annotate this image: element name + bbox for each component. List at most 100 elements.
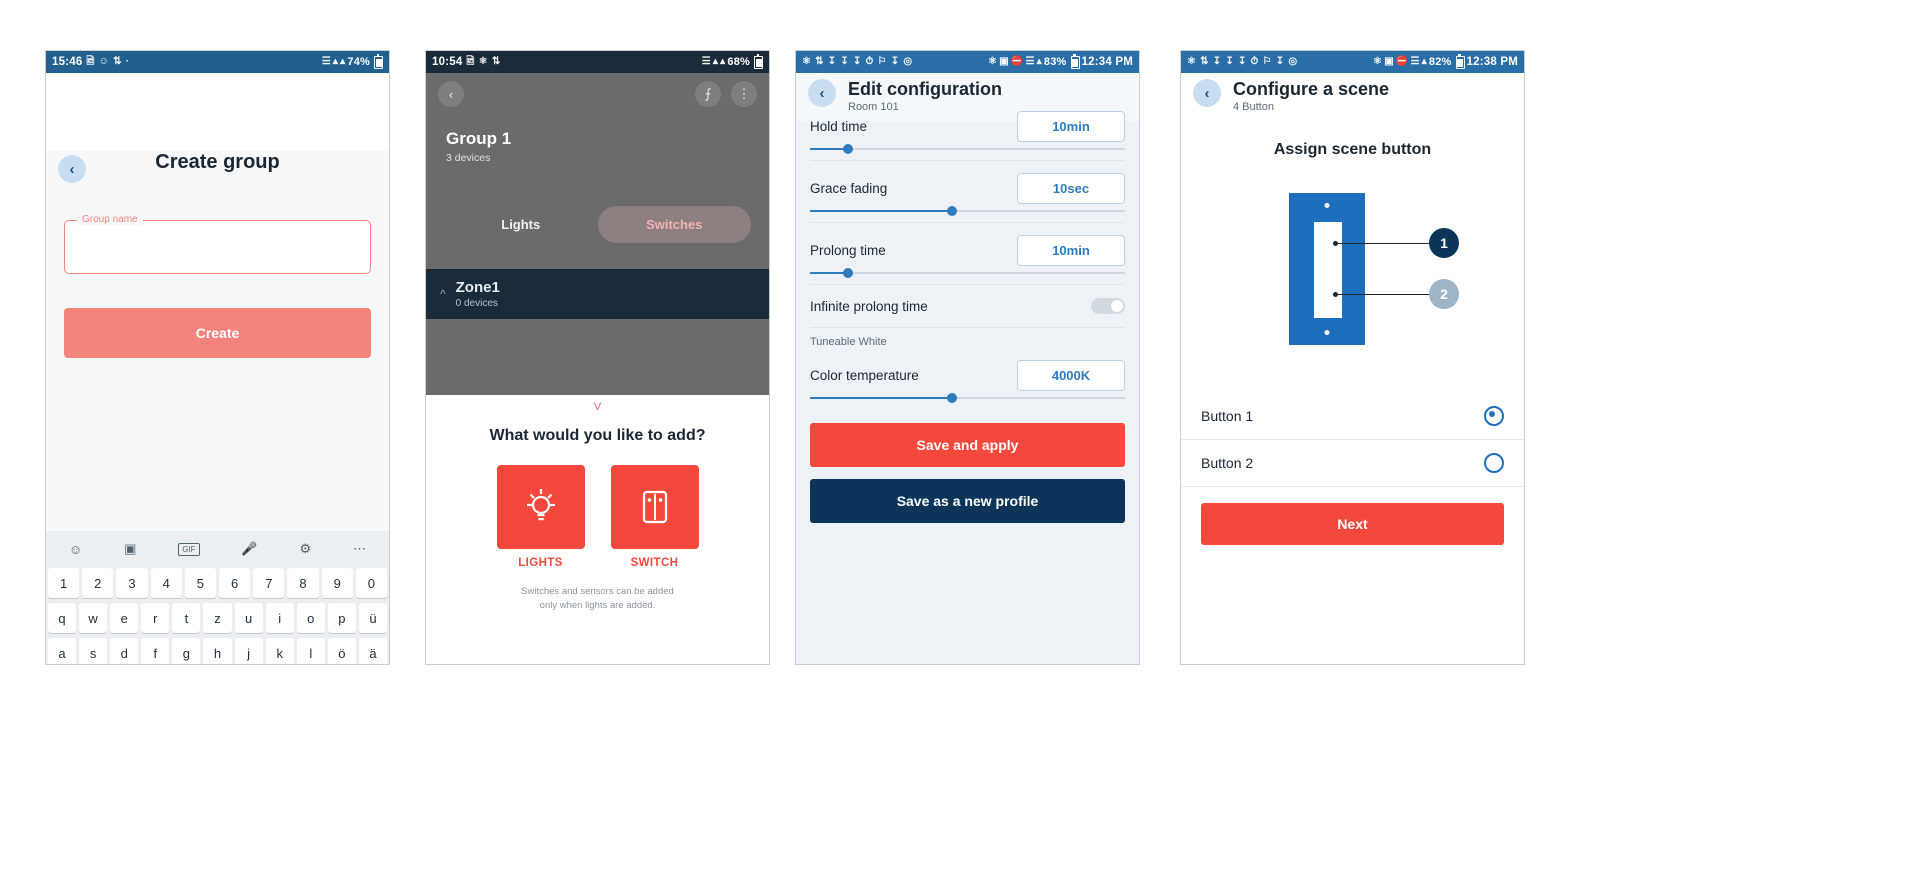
- status-bar-right: ☰ ▴ ▴ 74%: [322, 53, 383, 69]
- signal-icon: ▴: [340, 56, 346, 67]
- setting-value[interactable]: 4000K: [1017, 360, 1125, 391]
- sticker-icon[interactable]: ▣: [124, 541, 136, 557]
- option-switch-label: SWITCH: [630, 557, 679, 569]
- prolong-time-slider[interactable]: [796, 268, 1139, 284]
- tab-switches[interactable]: Switches: [597, 206, 751, 243]
- key[interactable]: p: [327, 603, 356, 633]
- wifi-icon: ☰: [1025, 56, 1035, 67]
- key[interactable]: g: [172, 638, 201, 664]
- setting-row-grace-fading[interactable]: Grace fading 10sec: [796, 161, 1139, 210]
- sim-icon: ▣: [999, 56, 1009, 67]
- back-button[interactable]: ‹: [1193, 79, 1221, 107]
- slider-knob[interactable]: [946, 206, 957, 216]
- download-icon: ↧: [840, 56, 849, 67]
- zone-row[interactable]: ^ Zone1 0 devices: [426, 269, 769, 319]
- option-row-button-1[interactable]: Button 1: [1181, 393, 1524, 440]
- signal-icon: ▴: [1036, 56, 1042, 67]
- key[interactable]: h: [203, 638, 232, 664]
- emoji-icon[interactable]: ☺: [69, 542, 82, 557]
- save-and-apply-button[interactable]: Save and apply: [810, 423, 1125, 467]
- key[interactable]: 9: [321, 568, 353, 598]
- chevron-down-icon[interactable]: ˅: [426, 395, 769, 417]
- key[interactable]: 8: [287, 568, 319, 598]
- key[interactable]: ä: [358, 638, 388, 664]
- key[interactable]: ü: [358, 603, 388, 633]
- key[interactable]: r: [141, 603, 170, 633]
- hold-time-slider[interactable]: [796, 144, 1139, 160]
- on-screen-keyboard[interactable]: ☺ ▣ GIF 🎤 ⚙ ⋯ 1 2 3 4 5 6 7 8 9 0 q w e …: [46, 531, 389, 664]
- option-switch[interactable]: SWITCH: [610, 465, 699, 569]
- status-bar: ⚛ ⇅ ↧ ↧ ↧ ⏱ ⚐ ↧ ◎ ⚛ ▣ ⛔ ☰ ▴ 83% 12:34 PM: [796, 51, 1139, 73]
- wifi-icon: ☰: [1410, 56, 1420, 67]
- tab-lights[interactable]: Lights: [444, 206, 598, 243]
- page-subtitle: Room 101: [848, 101, 899, 113]
- gif-icon[interactable]: GIF: [178, 542, 200, 556]
- filter-icon[interactable]: ⨍: [695, 81, 721, 107]
- key[interactable]: i: [265, 603, 294, 633]
- key[interactable]: j: [234, 638, 263, 664]
- screw-dot-icon: [1324, 203, 1330, 208]
- save-as-new-profile-button[interactable]: Save as a new profile: [810, 479, 1125, 523]
- mute-icon: ⛔: [1395, 56, 1409, 67]
- radio-button[interactable]: [1484, 406, 1504, 426]
- option-lights[interactable]: LIGHTS: [496, 465, 585, 569]
- chevron-up-icon: ^: [440, 287, 446, 301]
- key[interactable]: q: [47, 603, 77, 633]
- key[interactable]: e: [110, 603, 139, 633]
- setting-row-infinite-prolong[interactable]: Infinite prolong time: [796, 285, 1139, 327]
- status-time: 15:46: [52, 56, 83, 68]
- slider-knob[interactable]: [842, 268, 853, 278]
- mic-icon[interactable]: 🎤: [241, 541, 257, 557]
- settings-icon[interactable]: ⚙: [299, 541, 311, 557]
- option-row-button-2[interactable]: Button 2: [1181, 440, 1524, 487]
- key[interactable]: 3: [116, 568, 148, 598]
- key[interactable]: f: [141, 638, 170, 664]
- key[interactable]: 1: [47, 568, 80, 598]
- slider-knob[interactable]: [946, 393, 957, 403]
- setting-value[interactable]: 10sec: [1017, 173, 1125, 204]
- color-temperature-slider[interactable]: [796, 393, 1139, 409]
- key[interactable]: z: [203, 603, 232, 633]
- group-name-label: Group name: [77, 214, 143, 225]
- setting-row-color-temperature[interactable]: Color temperature 4000K: [796, 348, 1139, 397]
- next-button[interactable]: Next: [1201, 503, 1504, 545]
- key[interactable]: k: [265, 638, 294, 664]
- download-icon: ↧: [1212, 56, 1222, 67]
- setting-value[interactable]: 10min: [1017, 111, 1125, 142]
- setting-row-prolong-time[interactable]: Prolong time 10min: [796, 223, 1139, 272]
- key[interactable]: 4: [150, 568, 182, 598]
- key[interactable]: w: [79, 603, 108, 633]
- key[interactable]: t: [172, 603, 201, 633]
- clock-icon: ⏱: [865, 56, 874, 67]
- create-button[interactable]: Create: [64, 308, 371, 358]
- setting-value[interactable]: 10min: [1017, 235, 1125, 266]
- key[interactable]: ö: [327, 638, 356, 664]
- option-label: Button 1: [1201, 408, 1254, 424]
- bluetooth-icon: ⚛: [1373, 56, 1383, 67]
- slider-knob[interactable]: [842, 144, 853, 154]
- infinite-prolong-toggle[interactable]: [1091, 298, 1125, 314]
- key[interactable]: 2: [82, 568, 114, 598]
- key[interactable]: 7: [253, 568, 285, 598]
- configure-scene-body: ‹ Configure a scene 4 Button Assign scen…: [1181, 73, 1524, 664]
- back-button[interactable]: ‹: [58, 155, 86, 183]
- overflow-menu-icon[interactable]: ⋮: [731, 81, 757, 107]
- more-icon[interactable]: ⋯: [353, 541, 366, 557]
- key[interactable]: o: [296, 603, 325, 633]
- key[interactable]: 0: [355, 568, 388, 598]
- key[interactable]: 5: [184, 568, 216, 598]
- key[interactable]: u: [234, 603, 263, 633]
- group-name-field[interactable]: Group name: [64, 214, 371, 274]
- key[interactable]: s: [79, 638, 108, 664]
- key[interactable]: a: [47, 638, 77, 664]
- callout-badge-2: 2: [1429, 279, 1459, 309]
- key[interactable]: 6: [219, 568, 251, 598]
- flag-icon: ⚐: [1262, 56, 1272, 67]
- back-button[interactable]: ‹: [808, 79, 836, 107]
- grace-fading-slider[interactable]: [796, 206, 1139, 222]
- radio-button[interactable]: [1484, 453, 1504, 473]
- key[interactable]: l: [296, 638, 325, 664]
- back-button[interactable]: ‹: [438, 81, 464, 107]
- key[interactable]: d: [110, 638, 139, 664]
- bulb-icon: [496, 465, 585, 549]
